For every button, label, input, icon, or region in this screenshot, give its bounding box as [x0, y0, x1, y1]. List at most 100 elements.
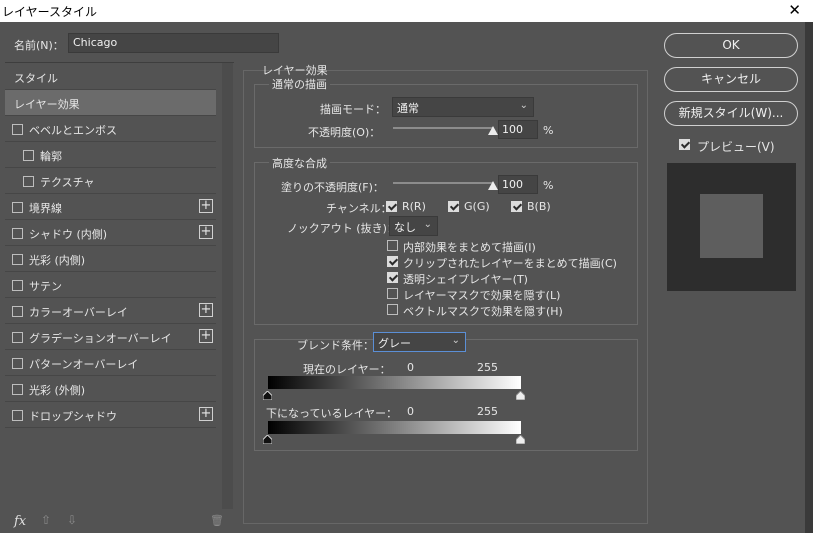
name-field[interactable]: Chicago — [68, 33, 279, 53]
close-icon[interactable]: ✕ — [788, 1, 801, 19]
this-layer-min: 0 — [407, 361, 414, 374]
style-list-item[interactable]: テクスチャ — [5, 168, 216, 194]
style-item-label: サテン — [29, 280, 62, 293]
knockout-label: ノックアウト (抜き)： — [287, 222, 398, 235]
channel-checkbox[interactable] — [448, 201, 459, 212]
channel-label: B(B) — [527, 200, 551, 213]
channel-label: R(R) — [402, 200, 426, 213]
style-list-item[interactable]: 光彩 (内側) — [5, 246, 216, 272]
add-effect-icon[interactable]: + — [199, 407, 213, 421]
preview-label: プレビュー(V) — [697, 140, 775, 154]
style-item-label: ベベルとエンボス — [29, 124, 117, 137]
fill-opacity-slider-thumb[interactable] — [488, 181, 498, 190]
ok-button[interactable]: OK — [664, 33, 798, 58]
style-list-item[interactable]: ベベルとエンボス — [5, 116, 216, 142]
style-item-checkbox[interactable] — [12, 202, 23, 213]
fill-opacity-slider[interactable] — [393, 182, 493, 184]
this-layer-black-thumb[interactable] — [263, 391, 272, 400]
style-item-checkbox[interactable] — [23, 150, 34, 161]
opacity-label: 不透明度(O)： — [308, 126, 381, 139]
underlying-layer-max: 255 — [477, 405, 498, 418]
normal-blend-title: 通常の描画 — [269, 76, 330, 92]
fill-opacity-label: 塗りの不透明度(F)： — [281, 181, 384, 194]
style-item-label: スタイル — [14, 72, 58, 85]
blend-mode-select[interactable]: 通常 ⌄ — [392, 97, 534, 117]
style-item-checkbox[interactable] — [12, 280, 23, 291]
style-item-label: 光彩 (内側) — [29, 254, 86, 267]
fill-opacity-input[interactable]: 100 — [498, 175, 538, 194]
underlying-layer-min: 0 — [407, 405, 414, 418]
advanced-option-checkbox[interactable] — [387, 256, 398, 267]
advanced-option-checkbox[interactable] — [387, 304, 398, 315]
style-item-label: 境界線 — [29, 202, 62, 215]
opacity-slider-thumb[interactable] — [488, 126, 498, 135]
add-effect-icon[interactable]: + — [199, 329, 213, 343]
preview-checkbox[interactable] — [679, 139, 690, 150]
opacity-slider[interactable] — [393, 127, 493, 129]
fx-icon[interactable]: fx — [14, 514, 26, 529]
style-item-checkbox[interactable] — [12, 358, 23, 369]
style-item-label: シャドウ (内側) — [29, 228, 108, 241]
fill-opacity-unit: % — [543, 179, 554, 192]
style-list-item[interactable]: スタイル — [5, 64, 216, 90]
underlying-layer-gradient — [268, 421, 521, 434]
move-down-icon[interactable]: ⇩ — [67, 513, 77, 527]
style-list-item[interactable]: 光彩 (外側) — [5, 376, 216, 402]
style-list-item[interactable]: シャドウ (内側) + — [5, 220, 216, 246]
trash-icon[interactable]: 🗑 — [210, 514, 224, 527]
advanced-option-label: 内部効果をまとめて描画(I) — [403, 241, 536, 254]
opacity-unit: % — [543, 124, 554, 137]
add-effect-icon[interactable]: + — [199, 303, 213, 317]
knockout-value: なし — [394, 221, 416, 234]
style-list-item[interactable]: グラデーションオーバーレイ + — [5, 324, 216, 350]
knockout-select[interactable]: なし ⌄ — [389, 216, 438, 236]
style-list-item[interactable]: サテン — [5, 272, 216, 298]
underlying-black-thumb[interactable] — [263, 435, 272, 444]
style-list-item[interactable]: 境界線 + — [5, 194, 216, 220]
add-effect-icon[interactable]: + — [199, 199, 213, 213]
advanced-option-checkbox[interactable] — [387, 272, 398, 283]
blend-mode-label: 描画モード： — [320, 103, 386, 116]
channel-checkbox[interactable] — [386, 201, 397, 212]
style-item-checkbox[interactable] — [12, 332, 23, 343]
this-layer-max: 255 — [477, 361, 498, 374]
style-item-checkbox[interactable] — [12, 306, 23, 317]
channel-checkbox[interactable] — [511, 201, 522, 212]
underlying-layer-label: 下になっているレイヤー： — [266, 407, 398, 420]
style-item-checkbox[interactable] — [12, 228, 23, 239]
style-item-label: 光彩 (外側) — [29, 384, 86, 397]
advanced-blend-title: 高度な合成 — [269, 155, 330, 171]
advanced-option-checkbox[interactable] — [387, 288, 398, 299]
cancel-button[interactable]: キャンセル — [664, 67, 798, 92]
this-layer-gradient — [268, 376, 521, 389]
advanced-option-label: ベクトルマスクで効果を隠す(H) — [403, 305, 563, 318]
style-item-checkbox[interactable] — [23, 176, 34, 187]
style-item-checkbox[interactable] — [12, 124, 23, 135]
style-item-checkbox[interactable] — [12, 410, 23, 421]
new-style-button[interactable]: 新規スタイル(W)... — [664, 101, 798, 126]
window-title: レイヤースタイル — [2, 5, 98, 19]
blend-if-value: グレー — [378, 337, 411, 350]
chevron-down-icon: ⌄ — [423, 219, 432, 230]
advanced-option-checkbox[interactable] — [387, 240, 398, 251]
style-item-checkbox[interactable] — [12, 384, 23, 395]
style-list-item[interactable]: カラーオーバーレイ + — [5, 298, 216, 324]
opacity-input[interactable]: 100 — [498, 120, 538, 139]
style-list-item[interactable]: 輪郭 — [5, 142, 216, 168]
chevron-down-icon: ⌄ — [519, 100, 528, 111]
style-item-checkbox[interactable] — [12, 254, 23, 265]
style-list-item[interactable]: ドロップシャドウ + — [5, 402, 216, 428]
advanced-option-label: クリップされたレイヤーをまとめて描画(C) — [403, 257, 617, 270]
underlying-white-thumb[interactable] — [516, 435, 525, 444]
style-item-label: カラーオーバーレイ — [29, 306, 128, 319]
blend-if-select[interactable]: グレー ⌄ — [373, 332, 466, 352]
style-item-label: テクスチャ — [40, 176, 95, 189]
style-list-item[interactable]: パターンオーバーレイ — [5, 350, 216, 376]
style-list: スタイルレイヤー効果ベベルとエンボス輪郭テクスチャ境界線 + シャドウ (内側) + 光… — [5, 62, 234, 533]
move-up-icon[interactable]: ⇧ — [41, 513, 51, 527]
style-list-item[interactable]: レイヤー効果 — [5, 90, 216, 116]
this-layer-white-thumb[interactable] — [516, 391, 525, 400]
blend-if-group — [254, 339, 638, 451]
style-list-scrollbar[interactable] — [222, 63, 233, 509]
add-effect-icon[interactable]: + — [199, 225, 213, 239]
